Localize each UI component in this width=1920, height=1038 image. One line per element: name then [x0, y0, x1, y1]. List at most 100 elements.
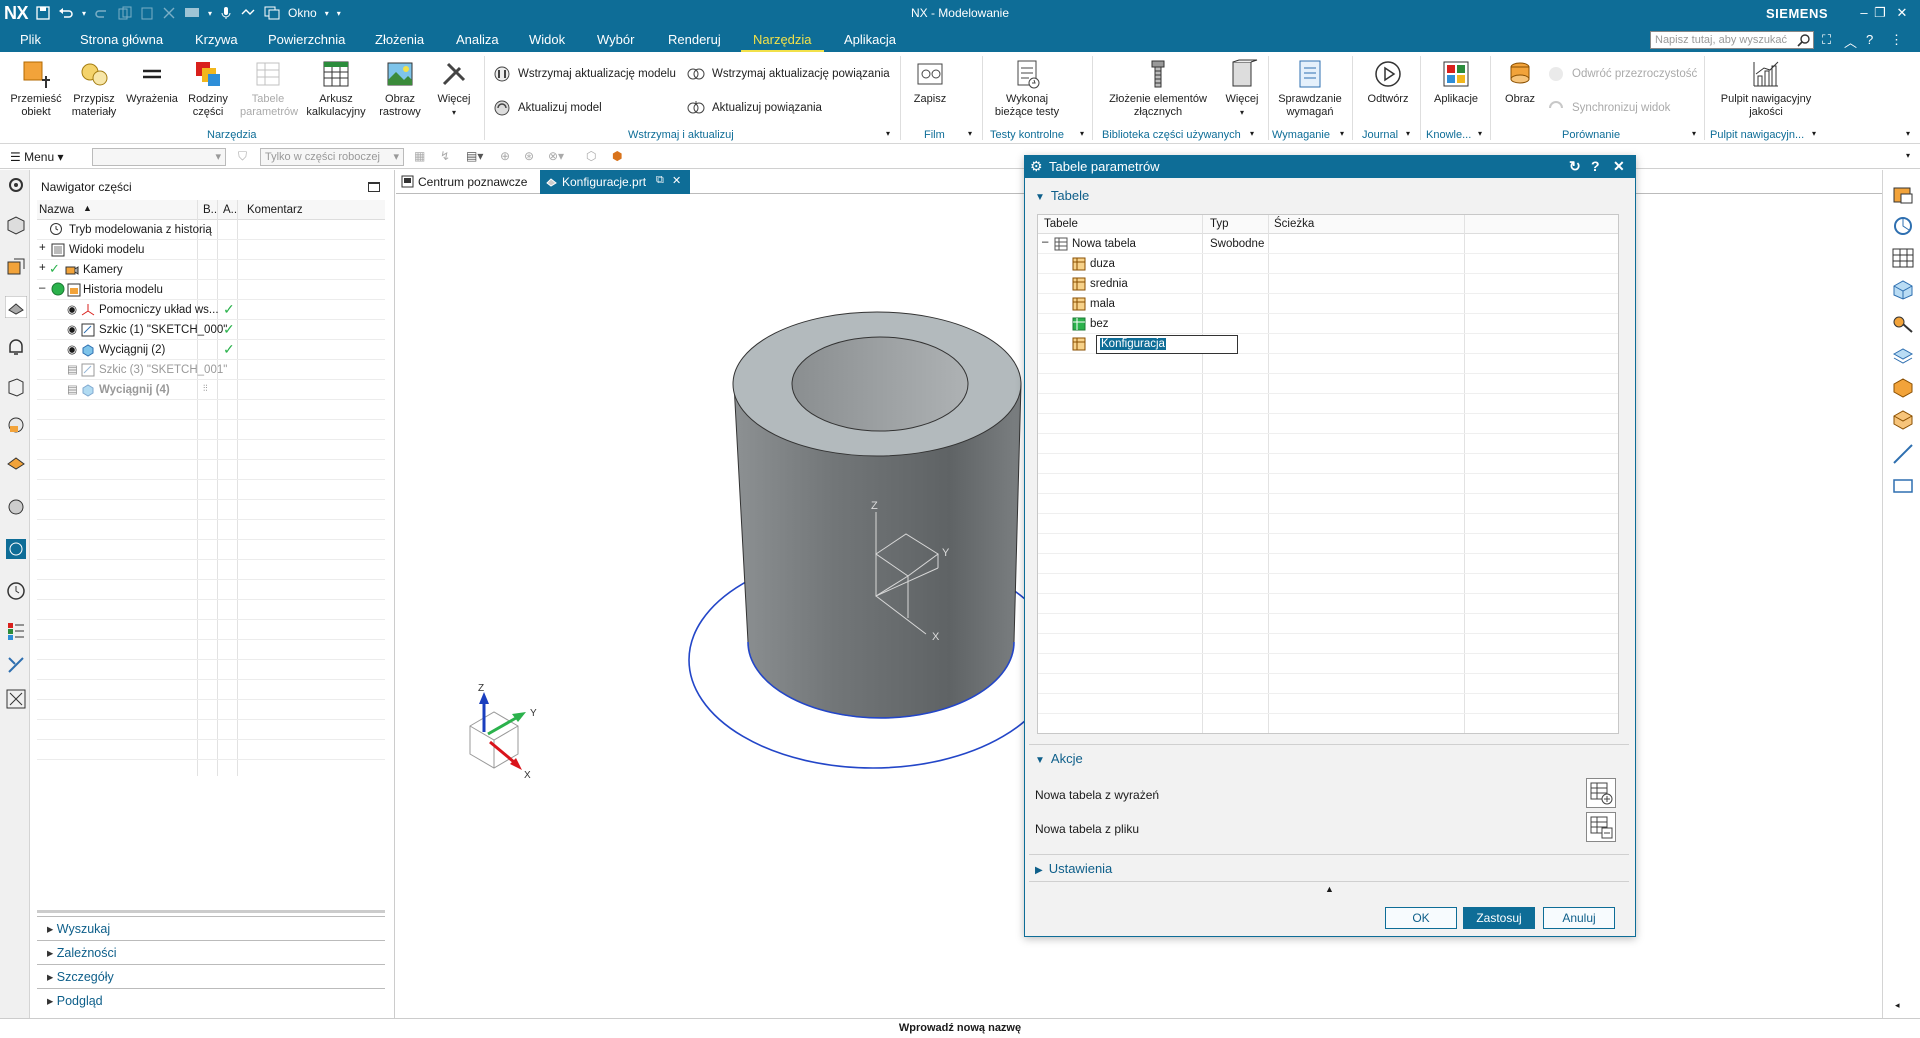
- roles-icon[interactable]: [1891, 182, 1915, 206]
- table-row-bez[interactable]: bez: [1038, 314, 1618, 334]
- help-icon[interactable]: ?: [1591, 158, 1600, 174]
- new-table-from-expressions-button[interactable]: [1586, 778, 1616, 808]
- expand-icon[interactable]: +: [39, 242, 46, 254]
- new-table-from-file-button[interactable]: [1586, 812, 1616, 842]
- compare-image-button[interactable]: Obraz: [1496, 58, 1544, 106]
- tab-aplikacja[interactable]: Aplikacja: [844, 32, 896, 47]
- parameter-tables-button[interactable]: Tabele parametrów: [240, 58, 298, 119]
- command-search-input[interactable]: Napisz tutaj, aby wyszukać: [1650, 31, 1814, 49]
- sync-view-button[interactable]: Synchronizuj widok: [1546, 98, 1670, 118]
- reuse-library-icon[interactable]: [5, 376, 27, 398]
- part-families-button[interactable]: Rodziny części: [180, 58, 236, 119]
- block-orange-icon[interactable]: [1891, 376, 1915, 400]
- spreadsheet-button[interactable]: Arkusz kalkulacyjny: [300, 58, 372, 119]
- quality-dashboard-button[interactable]: Pulpit nawigacyjny jakości: [1710, 58, 1822, 119]
- cube-select-icon[interactable]: ⬡: [586, 149, 596, 163]
- menu-button[interactable]: ☰ Menu ▾: [10, 150, 63, 164]
- chevron-down-icon[interactable]: ▾: [968, 129, 972, 138]
- process-studio-icon[interactable]: [5, 654, 27, 676]
- table-row-duza[interactable]: duza: [1038, 254, 1618, 274]
- tree-row-datum-csys[interactable]: ◉ Pomocniczy układ ws... ✓: [37, 300, 385, 320]
- column-comment[interactable]: Komentarz: [247, 204, 303, 216]
- collapse-ribbon-icon[interactable]: ︿: [1844, 32, 1857, 51]
- deselect-icon[interactable]: ↯: [440, 149, 450, 163]
- tab-learning-center[interactable]: Centrum poznawcze: [396, 170, 540, 194]
- update-model-button[interactable]: Aktualizuj model: [492, 98, 602, 118]
- chevron-down-icon[interactable]: ▾: [1906, 129, 1910, 138]
- manufacturing-wizards-icon[interactable]: [5, 688, 27, 710]
- chevron-down-icon[interactable]: ▾: [1340, 129, 1344, 138]
- collapse-dialog-icon[interactable]: ▲: [1325, 884, 1334, 894]
- block-shaded-icon[interactable]: [1891, 408, 1915, 432]
- history-palette-icon[interactable]: [5, 496, 27, 518]
- invert-transparency-button[interactable]: Odwróć przezroczystość: [1546, 64, 1697, 84]
- filter-settings-icon[interactable]: ▤▾: [466, 149, 483, 163]
- line-icon[interactable]: [1891, 442, 1915, 466]
- chevron-down-icon[interactable]: ▾: [886, 129, 890, 138]
- chevron-down-icon[interactable]: ▾: [1080, 129, 1084, 138]
- column-name[interactable]: Nazwa: [39, 204, 74, 216]
- close-icon[interactable]: ✕: [1613, 158, 1625, 175]
- hd3d-icon[interactable]: [5, 414, 27, 436]
- chevron-down-icon[interactable]: ▾: [432, 106, 476, 119]
- tree-row-cameras[interactable]: + ✓ Kamery: [37, 260, 385, 280]
- collapse-icon[interactable]: –: [1042, 236, 1048, 248]
- filter-icon[interactable]: ⛉: [238, 149, 247, 164]
- rectangle-icon[interactable]: [1891, 474, 1915, 498]
- maximize-icon[interactable]: [368, 182, 380, 192]
- apply-button[interactable]: Zastosuj: [1463, 907, 1535, 929]
- tab-narzedzia[interactable]: Narzędzia: [741, 32, 823, 53]
- hidden-icon[interactable]: ▤: [67, 362, 78, 376]
- close-icon[interactable]: ✕: [1892, 4, 1912, 22]
- section-actions-header[interactable]: ▼ Akcje: [1035, 751, 1083, 766]
- section-search[interactable]: Wyszukaj: [37, 916, 385, 939]
- system-materials-icon[interactable]: [5, 620, 27, 642]
- cube-orange-icon[interactable]: ⬢: [612, 149, 622, 163]
- popout-icon[interactable]: ⧉: [656, 174, 664, 187]
- ok-button[interactable]: OK: [1385, 907, 1457, 929]
- measure-icon[interactable]: [1891, 214, 1915, 238]
- clock-icon[interactable]: [5, 580, 27, 602]
- more-tools-button[interactable]: Więcej ▾: [432, 58, 476, 119]
- chevron-down-icon[interactable]: ▾: [1220, 106, 1264, 119]
- search-icon[interactable]: [1797, 33, 1811, 47]
- overflow-icon[interactable]: ⋮: [1890, 32, 1903, 48]
- chevron-down-icon[interactable]: ▾: [1478, 129, 1482, 138]
- chevron-down-icon[interactable]: ▾: [1406, 129, 1410, 138]
- type-filter-dropdown[interactable]: ▾: [92, 148, 226, 166]
- select-all-icon[interactable]: ▦: [414, 149, 425, 163]
- selection-scope-dropdown[interactable]: Tylko w części roboczej ▾: [260, 148, 404, 166]
- tab-zlozenia[interactable]: Złożenia: [375, 32, 424, 47]
- eye-icon[interactable]: ◉: [67, 342, 77, 356]
- dialog-title-bar[interactable]: ⚙ Tabele parametrów ↻ ? ✕: [1025, 156, 1635, 178]
- more-library-button[interactable]: Więcej ▾: [1220, 58, 1264, 119]
- replay-journal-button[interactable]: Odtwórz: [1360, 58, 1416, 106]
- tree-row-extrude-2[interactable]: ◉ Wyciągnij (2) ✓: [37, 340, 385, 360]
- cube-3d-icon[interactable]: [1891, 278, 1915, 302]
- splitter[interactable]: [37, 910, 385, 913]
- expressions-button[interactable]: Wyrażenia: [124, 58, 180, 106]
- column-b[interactable]: B..: [203, 204, 217, 216]
- chevron-down-icon[interactable]: ▾: [1692, 129, 1696, 138]
- tab-powierzchnia[interactable]: Powierzchnia: [268, 32, 345, 47]
- part-navigator-icon[interactable]: [5, 296, 27, 318]
- section-settings-header[interactable]: ▶ Ustawienia: [1035, 861, 1112, 876]
- raster-image-button[interactable]: Obraz rastrowy: [372, 58, 428, 119]
- tab-plik[interactable]: Plik: [20, 32, 41, 47]
- table-icon[interactable]: [1891, 246, 1915, 270]
- table-name-edit-input[interactable]: Konfiguracja: [1096, 335, 1238, 354]
- web-browser-icon[interactable]: [5, 452, 27, 474]
- move-object-button[interactable]: Przemieść obiekt: [8, 58, 64, 119]
- tree-row-model-history[interactable]: – Historia modelu: [37, 280, 385, 300]
- fullscreen-icon[interactable]: ⛶: [1822, 32, 1831, 48]
- column-type[interactable]: Typ: [1210, 218, 1229, 230]
- tree-row-sketch-3[interactable]: ▤ Szkic (3) "SKETCH_001": [37, 360, 385, 380]
- chevron-down-icon[interactable]: ▾: [1906, 151, 1910, 160]
- tab-konfiguracje-prt[interactable]: Konfiguracje.prt ⧉ ✕: [540, 170, 690, 194]
- applications-button[interactable]: Aplikacje: [1426, 58, 1486, 106]
- record-movie-button[interactable]: Zapisz: [908, 58, 952, 106]
- tab-analiza[interactable]: Analiza: [456, 32, 499, 47]
- chevron-down-icon[interactable]: ▾: [1250, 129, 1254, 138]
- tab-wybor[interactable]: Wybór: [597, 32, 634, 47]
- restore-icon[interactable]: ❐: [1870, 4, 1890, 22]
